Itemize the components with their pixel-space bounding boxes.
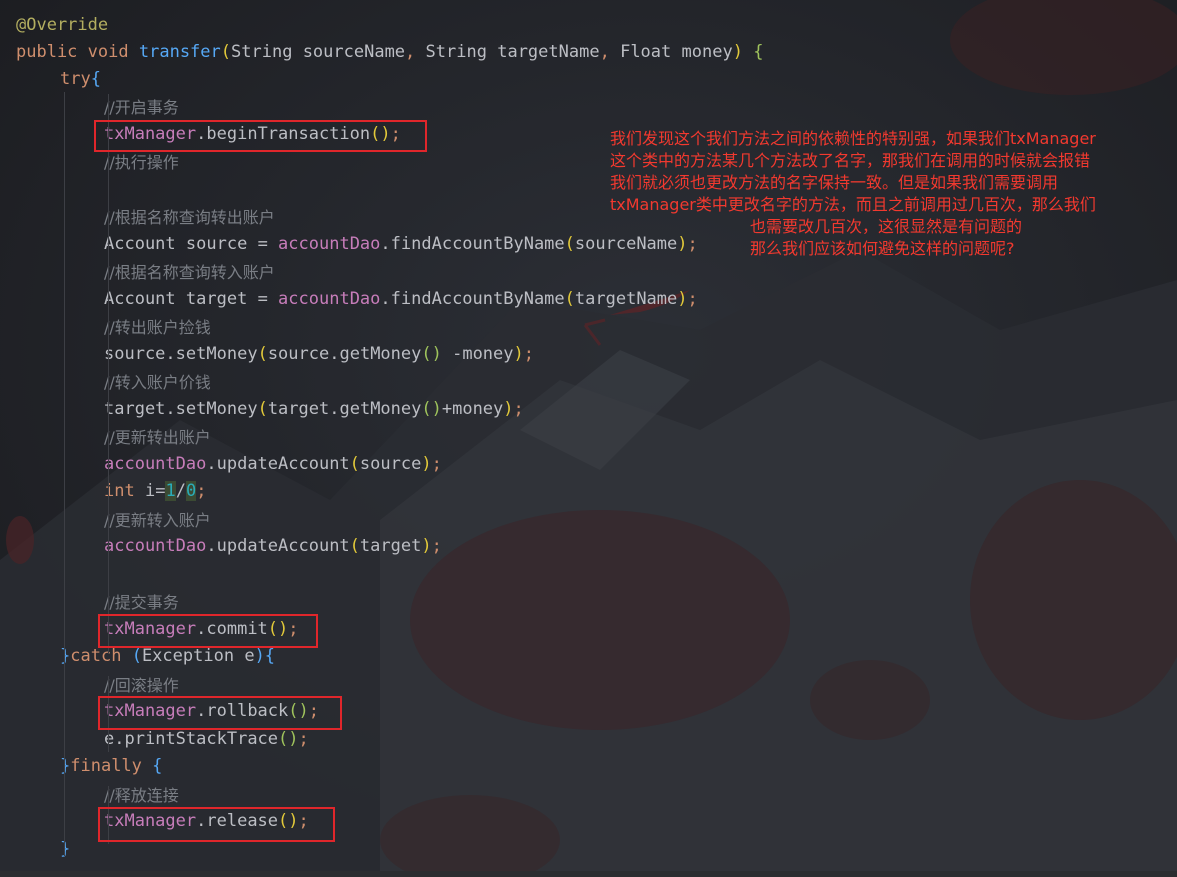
field-ref: accountDao <box>104 536 207 556</box>
variable: e <box>244 646 255 666</box>
code-comment: //根据名称查询转出账户 <box>104 208 275 227</box>
note-line: 我们就必须也更改方法的名字保持一致。但是如果我们需要调用 <box>610 173 1059 192</box>
keyword: try <box>60 69 91 89</box>
field-ref: accountDao <box>278 234 381 254</box>
code-comment: //回滚操作 <box>104 676 179 695</box>
code-comment: //转入账户价钱 <box>104 373 211 392</box>
note-line: txManager类中更改名字的方法，而且之前调用过几百次，那么我们 <box>610 195 1096 214</box>
keyword: catch <box>70 646 122 666</box>
code-comment: //提交事务 <box>104 593 179 612</box>
highlight-box-begin <box>94 120 427 152</box>
code-comment: //更新转出账户 <box>104 428 211 447</box>
variable: e <box>104 729 115 749</box>
code-line: source.setMoney(source.getMoney() -money… <box>104 344 535 364</box>
variable: source <box>359 454 422 474</box>
type-name: Account <box>104 289 176 309</box>
method-call: updateAccount <box>216 454 350 474</box>
method-name: transfer <box>138 42 221 62</box>
code-line: public void transfer(String sourceName, … <box>16 42 764 62</box>
note-line: 我们发现这个我们方法之间的依赖性的特别强，如果我们txManager <box>610 129 1096 148</box>
number-literal: 0 <box>185 481 197 501</box>
code-line: Account target = accountDao.findAccountB… <box>104 289 698 309</box>
keyword: public <box>16 42 78 62</box>
override-annotation: @Override <box>16 15 109 35</box>
code-line: try{ <box>60 69 101 89</box>
code-line: target.setMoney(target.getMoney()+money)… <box>104 399 524 419</box>
indent-guide <box>108 94 109 654</box>
code-comment: //开启事务 <box>104 98 179 117</box>
method-call: printStackTrace <box>124 729 279 749</box>
expression: -money <box>441 344 514 364</box>
argument: targetName <box>574 289 678 309</box>
field-ref: accountDao <box>278 289 381 309</box>
operator: / <box>175 481 186 501</box>
variable: target <box>359 536 422 556</box>
method-call: findAccountByName <box>390 289 565 309</box>
method-call: findAccountByName <box>390 234 565 254</box>
method-call: setMoney <box>175 399 258 419</box>
type-name: String <box>231 42 293 62</box>
note-line: 这个类中的方法某几个方法改了名字，那我们在调用的时候就会报错 <box>610 151 1091 170</box>
note-line: 那么我们应该如何避免这样的问题呢? <box>750 239 1015 258</box>
method-call: getMoney <box>339 399 422 419</box>
variable: source <box>267 344 330 364</box>
code-comment: //转出账户捡钱 <box>104 318 211 337</box>
keyword: finally <box>70 756 142 776</box>
type-name: Account <box>104 234 176 254</box>
code-comment: //执行操作 <box>104 153 179 172</box>
parameter: targetName <box>497 42 600 62</box>
code-comment: //根据名称查询转入账户 <box>104 263 275 282</box>
code-line: } <box>60 839 71 859</box>
code-line: accountDao.updateAccount(target); <box>104 536 442 556</box>
code-line: accountDao.updateAccount(source); <box>104 454 442 474</box>
code-line: Account source = accountDao.findAccountB… <box>104 234 698 254</box>
highlight-box-commit <box>98 614 318 648</box>
variable: source <box>104 344 166 364</box>
method-call: setMoney <box>175 344 258 364</box>
parameter: money <box>681 42 733 62</box>
annotation-note: 我们发现这个我们方法之间的依赖性的特别强，如果我们txManager 这个类中的方… <box>610 128 1096 260</box>
variable: source <box>185 234 248 254</box>
code-line: }finally { <box>60 756 163 776</box>
type-name: String <box>425 42 487 62</box>
type-name: Float <box>620 42 672 62</box>
indent-guide <box>64 92 65 856</box>
code-comment: //更新转入账户 <box>104 511 211 530</box>
variable: target <box>267 399 330 419</box>
highlight-box-rollback <box>98 696 342 730</box>
parameter: sourceName <box>302 42 406 62</box>
code-line: e.printStackTrace(); <box>104 729 309 749</box>
status-bar <box>0 871 1177 877</box>
method-call: getMoney <box>339 344 422 364</box>
method-call: updateAccount <box>216 536 350 556</box>
expression: i= <box>134 481 166 501</box>
number-literal: 1 <box>165 481 176 501</box>
variable: target <box>104 399 166 419</box>
field-ref: accountDao <box>104 454 207 474</box>
highlight-box-release <box>98 807 335 842</box>
code-comment: //释放连接 <box>104 786 179 805</box>
code-line: @Override <box>16 12 108 39</box>
keyword: void <box>87 42 129 62</box>
variable: target <box>185 289 248 309</box>
type-name: Exception <box>141 646 235 666</box>
note-line: 也需要改几百次，这很显然是有问题的 <box>750 217 1023 236</box>
code-line: int i=1/0; <box>104 481 207 501</box>
expression: +money <box>441 399 504 419</box>
